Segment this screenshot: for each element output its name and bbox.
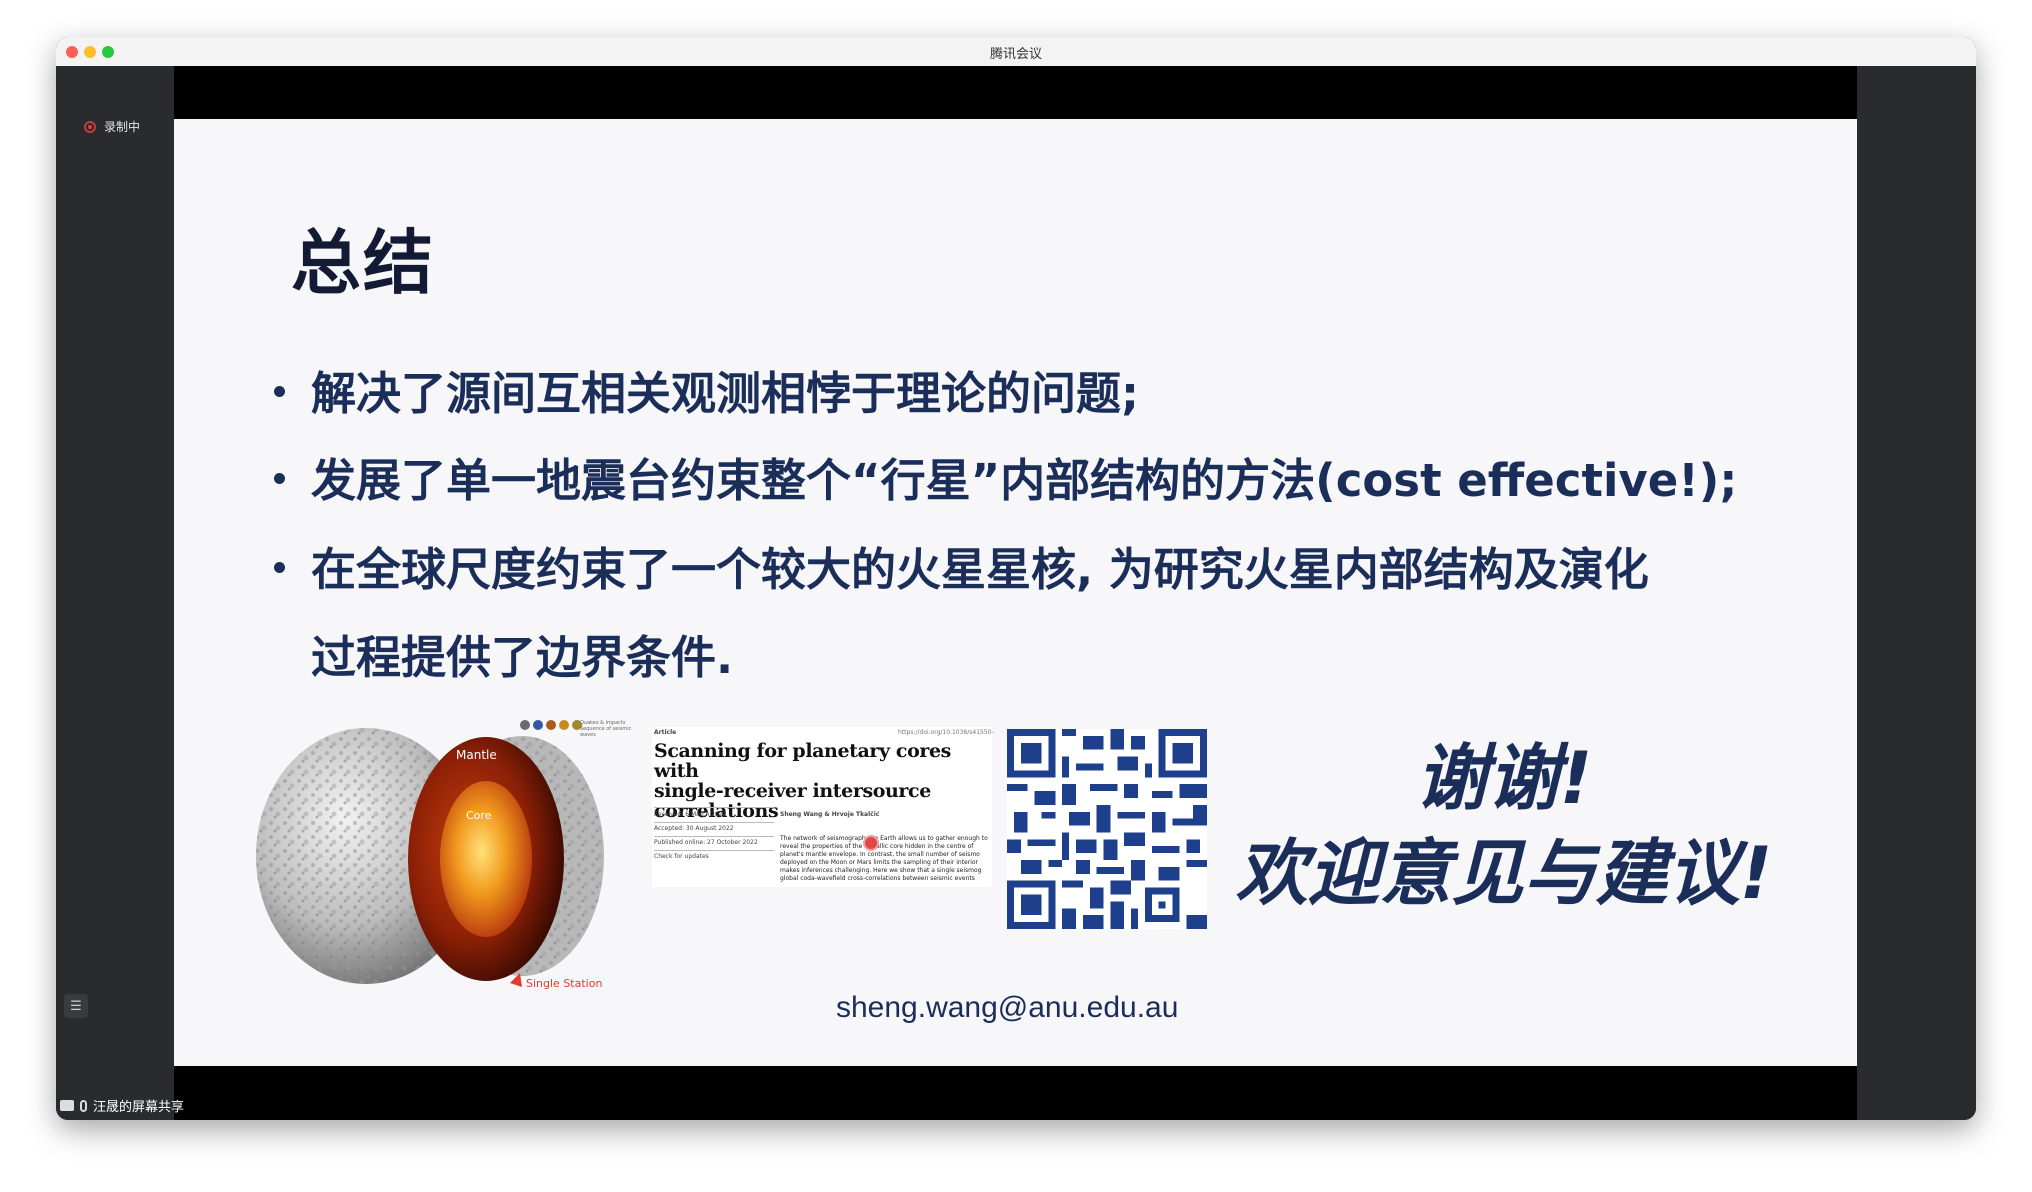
record-icon [84,120,96,133]
screen-share-icon [60,1100,74,1111]
slide-title: 总结 [291,222,435,304]
paper-doi: https://doi.org/10.1038/s41550- [898,729,994,736]
bullet-dot-icon [274,561,285,573]
bullet-item: 发展了单一地震台约束整个“行星”内部结构的方法(cost effective!)… [274,444,1737,509]
microphone-icon [80,1099,87,1112]
recording-indicator[interactable]: 录制中 [84,118,140,135]
thanks-line: 谢谢! [1415,736,1593,820]
paper-abstract: The network of seismographs on Earth all… [780,835,988,882]
right-panel [1857,66,1976,1120]
pointer-cursor-icon [863,835,879,851]
paper-type: Article [654,729,677,736]
bullet-item: 在全球尺度约束了一个较大的火星星核, 为研究火星内部结构及演化 [274,533,1649,598]
thanks-message: 谢谢! 欢迎意见与建议! [1214,731,1794,921]
share-status-label: 汪晟的屏幕共享 [93,1100,185,1115]
bullet-item-continuation: 过程提供了边界条件. [311,631,734,684]
list-menu-icon[interactable]: ☰ [64,994,88,1018]
recording-label: 录制中 [104,120,141,134]
title-bar: 腾讯会议 [56,37,1976,67]
mars-cutaway-image: Mantle Core Single Station [256,728,604,990]
core-label: Core [466,809,492,822]
mantle-label: Mantle [456,748,497,762]
shared-slide: 总结 解决了源间互相关观测相悖于理论的问题; 发展了单一地震台约束整个“行星”内… [174,119,1857,1066]
bullet-dot-icon [274,385,285,397]
paper-published: Published online: 27 October 2022 [654,839,758,846]
paper-received: Received: 6 March 2022 [654,811,727,818]
paper-authors: Sheng Wang & Hrvoje Tkalčić [780,811,880,818]
legend-swatches [520,720,582,730]
paper-accepted: Accepted: 30 August 2022 [654,825,734,832]
share-status-bar: 汪晟的屏幕共享 [56,1091,460,1120]
feedback-line: 欢迎意见与建议! [1235,831,1773,915]
single-station-label: Single Station [526,977,602,990]
paper-title: Scanning for planetary cores with single… [654,740,951,822]
left-panel: 录制中 ☰ [56,66,174,1120]
qr-code-image [1007,729,1207,929]
bullet-item: 解决了源间互相关观测相悖于理论的问题; [274,357,1139,422]
meeting-window: 腾讯会议 录制中 ☰ 总结 解决了源间互相关观测相悖于理论的问题; 发展了单一地… [56,37,1976,1120]
letterbox-top [174,66,1857,119]
contact-email: sheng.wang@anu.edu.au [836,991,1179,1024]
paper-thumbnail: Article https://doi.org/10.1038/s41550- … [652,727,994,887]
window-title: 腾讯会议 [989,47,1042,62]
paper-check-updates: Check for updates [654,853,709,860]
legend-text: Quakes & impacts Sequence of seismic wav… [580,720,632,738]
bullet-dot-icon [274,472,285,484]
